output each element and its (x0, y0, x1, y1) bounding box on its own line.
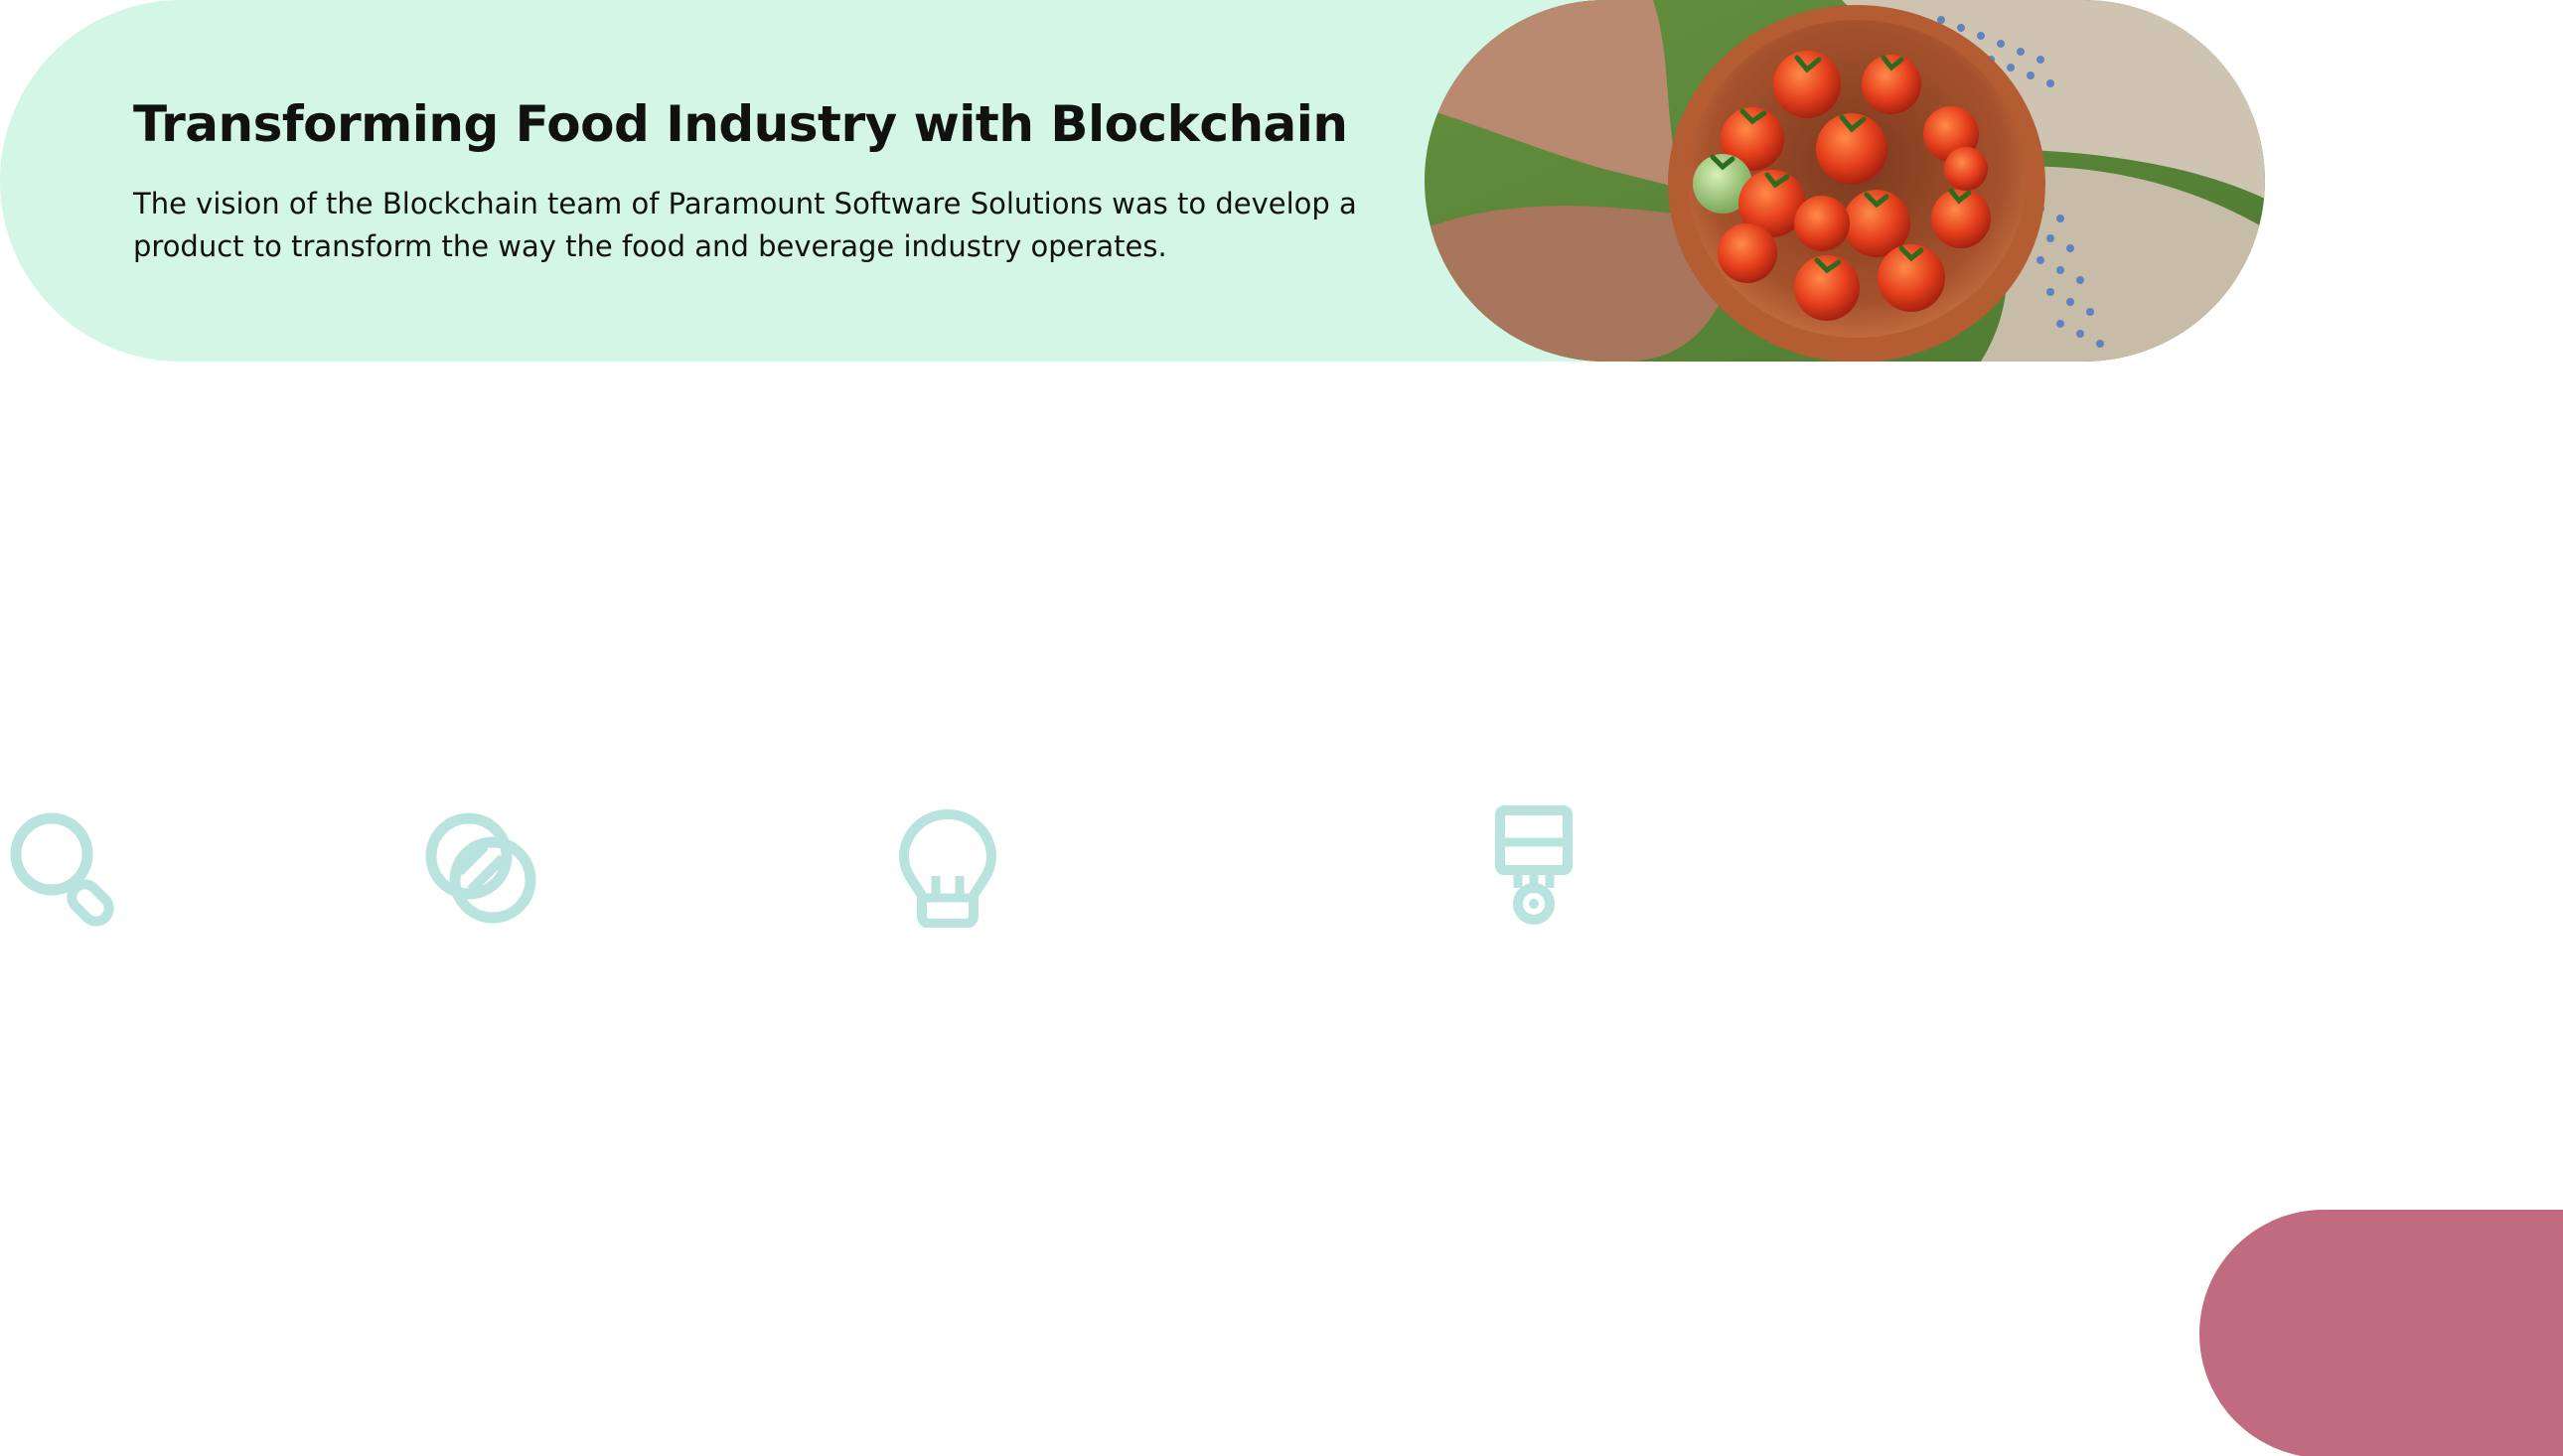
magnifier-icon (6, 808, 125, 932)
hero-description: The vision of the Blockchain team of Par… (133, 187, 1357, 263)
overlapping-circles-icon (421, 808, 540, 932)
accent-pill-shape (2199, 1210, 2563, 1456)
lightbulb-icon (896, 804, 1015, 929)
slide-page: Transforming Food Industry with Blockcha… (0, 0, 2563, 1456)
tomato-bowl-photo (1425, 0, 2265, 362)
hero-banner: Transforming Food Industry with Blockcha… (0, 0, 2265, 362)
hero-title: Transforming Food Industry with Blockcha… (133, 95, 1348, 153)
paintbrush-icon (1492, 804, 1611, 928)
